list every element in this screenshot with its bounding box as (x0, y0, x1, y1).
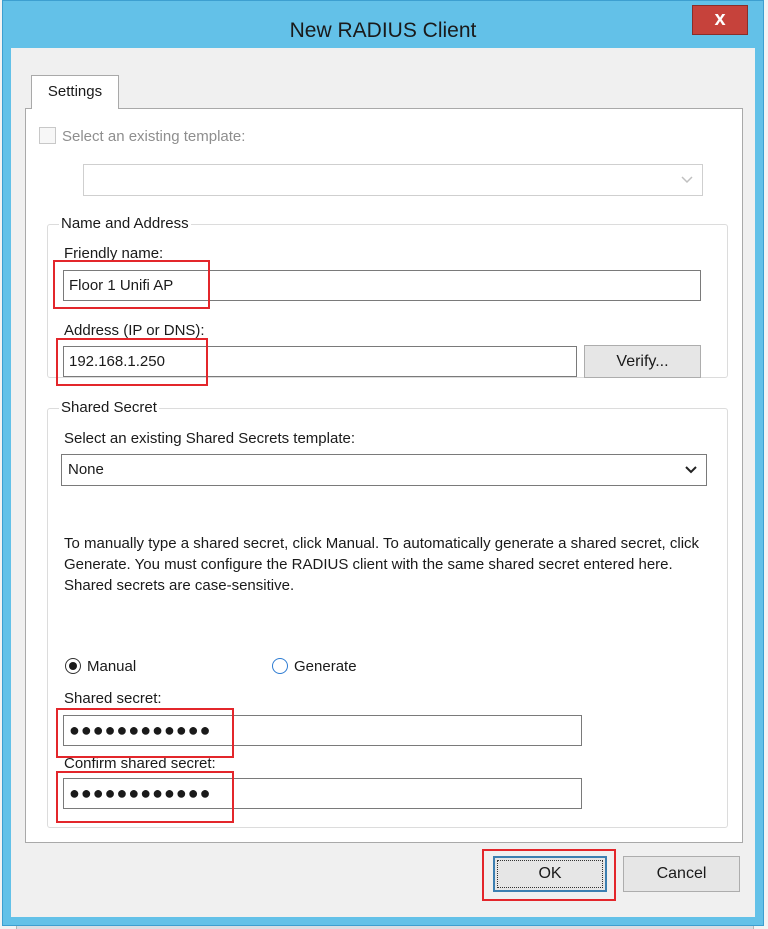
name-address-group-label: Name and Address (59, 215, 191, 232)
template-checkbox[interactable] (39, 127, 56, 144)
dialog-client-area: Settings Select an existing template: Na… (11, 48, 755, 917)
friendly-name-label: Friendly name: (64, 245, 164, 262)
radio-manual-button[interactable] (65, 658, 81, 674)
address-input[interactable]: 192.168.1.250 (63, 346, 577, 377)
radio-generate-button[interactable] (272, 658, 288, 674)
secret-template-select[interactable]: None (61, 454, 707, 486)
confirm-secret-value: ●●●●●●●●●●●● (69, 783, 212, 803)
verify-button-label: Verify... (616, 353, 669, 370)
ok-button[interactable]: OK (493, 856, 607, 892)
tab-settings[interactable]: Settings (31, 75, 119, 109)
template-checkbox-row[interactable]: Select an existing template: (39, 127, 245, 145)
radio-generate[interactable]: Generate (272, 658, 357, 675)
secret-template-value: None (68, 461, 104, 478)
shared-secret-input[interactable]: ●●●●●●●●●●●● (63, 715, 582, 746)
template-select[interactable] (83, 164, 703, 196)
radio-manual[interactable]: Manual (65, 658, 136, 675)
confirm-secret-label: Confirm shared secret: (64, 755, 216, 772)
close-button[interactable]: x (692, 5, 748, 35)
template-checkbox-label: Select an existing template: (62, 128, 246, 145)
radio-generate-label: Generate (294, 658, 357, 675)
address-label: Address (IP or DNS): (64, 322, 205, 339)
tab-label: Settings (47, 83, 103, 100)
ok-button-label: OK (538, 865, 562, 882)
friendly-name-input[interactable]: Floor 1 Unifi AP (63, 270, 701, 301)
cancel-button[interactable]: Cancel (623, 856, 740, 892)
confirm-secret-input[interactable]: ●●●●●●●●●●●● (63, 778, 582, 809)
shared-secret-description: To manually type a shared secret, click … (64, 535, 700, 594)
chevron-down-icon (684, 455, 698, 485)
secret-template-label: Select an existing Shared Secrets templa… (64, 430, 355, 447)
friendly-name-value: Floor 1 Unifi AP (69, 277, 174, 294)
address-value: 192.168.1.250 (69, 353, 165, 370)
shared-secret-label: Shared secret: (64, 690, 162, 707)
dialog-window: New RADIUS Client x Settings Select an e… (2, 0, 764, 926)
chevron-down-icon (680, 165, 694, 195)
dialog-title: New RADIUS Client (289, 19, 477, 42)
shared-secret-value: ●●●●●●●●●●●● (69, 720, 212, 740)
radio-manual-label: Manual (87, 658, 137, 675)
verify-button[interactable]: Verify... (584, 345, 701, 378)
cancel-button-label: Cancel (656, 865, 707, 882)
shared-secret-group-label: Shared Secret (59, 399, 159, 416)
close-icon: x (714, 8, 726, 30)
